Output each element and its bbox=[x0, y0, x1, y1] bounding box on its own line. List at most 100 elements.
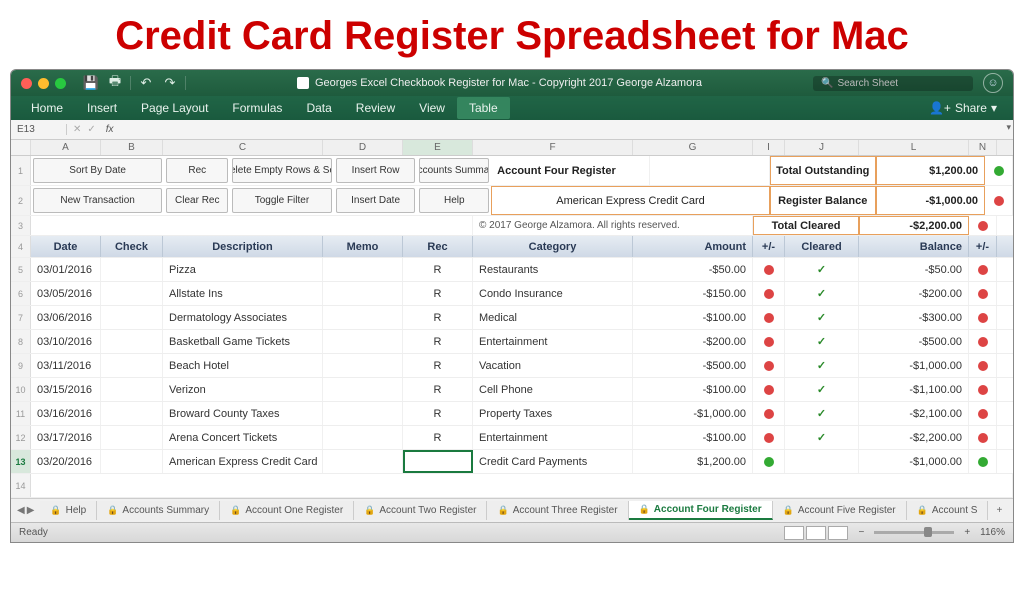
cell-memo[interactable] bbox=[323, 354, 403, 377]
rec-button[interactable]: Rec bbox=[166, 158, 228, 183]
col-G[interactable]: G bbox=[633, 140, 753, 155]
cell-check[interactable] bbox=[101, 330, 163, 353]
cell-date[interactable]: 03/06/2016 bbox=[31, 306, 101, 329]
cell-category[interactable]: Entertainment bbox=[473, 330, 633, 353]
redo-icon[interactable]: ↷ bbox=[161, 74, 179, 92]
th-category[interactable]: Category bbox=[473, 236, 633, 257]
tab-data[interactable]: Data bbox=[294, 97, 343, 119]
th-rec[interactable]: Rec bbox=[403, 236, 473, 257]
cell-memo[interactable] bbox=[323, 378, 403, 401]
th-amount[interactable]: Amount bbox=[633, 236, 753, 257]
cell-description[interactable]: Basketball Game Tickets bbox=[163, 330, 323, 353]
confirm-icon[interactable]: ✓ bbox=[87, 124, 95, 135]
cell-rec[interactable]: R bbox=[403, 402, 473, 425]
col-L[interactable]: L bbox=[859, 140, 969, 155]
traffic-lights[interactable] bbox=[11, 78, 76, 89]
cell-check[interactable] bbox=[101, 282, 163, 305]
cell-cleared[interactable]: ✓ bbox=[785, 378, 859, 401]
th-check[interactable]: Check bbox=[101, 236, 163, 257]
cell-memo[interactable] bbox=[323, 450, 403, 473]
cell-cleared[interactable]: ✓ bbox=[785, 282, 859, 305]
cell-memo[interactable] bbox=[323, 282, 403, 305]
cell-rec[interactable]: R bbox=[403, 330, 473, 353]
normal-view-icon[interactable] bbox=[784, 526, 804, 540]
cell-check[interactable] bbox=[101, 450, 163, 473]
th-date[interactable]: Date bbox=[31, 236, 101, 257]
sort-by-date-button[interactable]: Sort By Date bbox=[33, 158, 162, 183]
toggle-filter-button[interactable]: Toggle Filter bbox=[232, 188, 332, 213]
fx-icon[interactable]: fx bbox=[102, 124, 114, 135]
cell-check[interactable] bbox=[101, 402, 163, 425]
search-input[interactable]: 🔍 Search Sheet bbox=[813, 76, 973, 91]
tab-home[interactable]: Home bbox=[19, 97, 75, 119]
sheet-tab[interactable]: 🔒Account Two Register bbox=[354, 501, 487, 520]
cell-amount[interactable]: -$150.00 bbox=[633, 282, 753, 305]
sheet-tab[interactable]: 🔒Help bbox=[40, 501, 97, 520]
sheet-tab[interactable]: 🔒Account One Register bbox=[220, 501, 354, 520]
zoom-level[interactable]: 116% bbox=[980, 527, 1005, 538]
user-menu-icon[interactable]: ☺ bbox=[983, 73, 1003, 93]
cell-description[interactable]: Allstate Ins bbox=[163, 282, 323, 305]
tab-insert[interactable]: Insert bbox=[75, 97, 129, 119]
col-D[interactable]: D bbox=[323, 140, 403, 155]
cell-amount[interactable]: -$1,000.00 bbox=[633, 402, 753, 425]
delete-empty-button[interactable]: Delete Empty Rows & Sort bbox=[232, 158, 332, 183]
sheet-tab[interactable]: 🔒Account Three Register bbox=[487, 501, 628, 520]
th-cleared[interactable]: Cleared bbox=[785, 236, 859, 257]
help-button[interactable]: Help bbox=[419, 188, 489, 213]
cell-description[interactable]: Beach Hotel bbox=[163, 354, 323, 377]
insert-row-button[interactable]: Insert Row bbox=[336, 158, 416, 183]
page-layout-view-icon[interactable] bbox=[806, 526, 826, 540]
cell-amount[interactable]: -$500.00 bbox=[633, 354, 753, 377]
close-icon[interactable] bbox=[21, 78, 32, 89]
cell-memo[interactable] bbox=[323, 258, 403, 281]
cell-date[interactable]: 03/05/2016 bbox=[31, 282, 101, 305]
th-plusminus1[interactable]: +/- bbox=[753, 236, 785, 257]
cell-description[interactable]: Arena Concert Tickets bbox=[163, 426, 323, 449]
cell-cleared[interactable]: ✓ bbox=[785, 402, 859, 425]
cell-amount[interactable]: -$200.00 bbox=[633, 330, 753, 353]
col-A[interactable]: A bbox=[31, 140, 101, 155]
cell-cleared[interactable]: ✓ bbox=[785, 426, 859, 449]
col-F[interactable]: F bbox=[473, 140, 633, 155]
accounts-summary-button[interactable]: Accounts Summary bbox=[419, 158, 489, 183]
cell-date[interactable]: 03/16/2016 bbox=[31, 402, 101, 425]
select-all-corner[interactable] bbox=[11, 140, 31, 155]
cell-description[interactable]: Dermatology Associates bbox=[163, 306, 323, 329]
cell-amount[interactable]: -$100.00 bbox=[633, 378, 753, 401]
undo-icon[interactable]: ↶ bbox=[137, 74, 155, 92]
cell-category[interactable]: Vacation bbox=[473, 354, 633, 377]
cell-check[interactable] bbox=[101, 378, 163, 401]
share-button[interactable]: 👤+Share ▾ bbox=[929, 101, 1005, 115]
save-icon[interactable]: 💾 bbox=[82, 74, 100, 92]
col-N[interactable]: N bbox=[969, 140, 997, 155]
maximize-icon[interactable] bbox=[55, 78, 66, 89]
cell-cleared[interactable]: ✓ bbox=[785, 330, 859, 353]
tab-review[interactable]: Review bbox=[344, 97, 407, 119]
new-transaction-button[interactable]: New Transaction bbox=[33, 188, 162, 213]
cell-memo[interactable] bbox=[323, 426, 403, 449]
cell-amount[interactable]: -$50.00 bbox=[633, 258, 753, 281]
cell-category[interactable]: Cell Phone bbox=[473, 378, 633, 401]
cell-amount[interactable]: -$100.00 bbox=[633, 426, 753, 449]
sheet-nav-next-icon[interactable]: ▶ bbox=[27, 505, 35, 516]
cell-rec[interactable]: R bbox=[403, 354, 473, 377]
tab-formulas[interactable]: Formulas bbox=[220, 97, 294, 119]
sheet-tab[interactable]: 🔒Accounts Summary bbox=[97, 501, 220, 520]
cell-date[interactable]: 03/15/2016 bbox=[31, 378, 101, 401]
cell-memo[interactable] bbox=[323, 306, 403, 329]
cell-amount[interactable]: -$100.00 bbox=[633, 306, 753, 329]
cell-description[interactable]: Broward County Taxes bbox=[163, 402, 323, 425]
sheet-tab[interactable]: 🔒Account Four Register bbox=[629, 501, 773, 520]
cell-category[interactable]: Medical bbox=[473, 306, 633, 329]
cell-check[interactable] bbox=[101, 258, 163, 281]
th-plusminus2[interactable]: +/- bbox=[969, 236, 997, 257]
col-J[interactable]: J bbox=[785, 140, 859, 155]
cell-description[interactable]: Pizza bbox=[163, 258, 323, 281]
cell-category[interactable]: Credit Card Payments bbox=[473, 450, 633, 473]
tab-page-layout[interactable]: Page Layout bbox=[129, 97, 220, 119]
insert-date-button[interactable]: Insert Date bbox=[336, 188, 416, 213]
cell-date[interactable]: 03/20/2016 bbox=[31, 450, 101, 473]
col-C[interactable]: C bbox=[163, 140, 323, 155]
zoom-slider[interactable] bbox=[874, 531, 954, 534]
